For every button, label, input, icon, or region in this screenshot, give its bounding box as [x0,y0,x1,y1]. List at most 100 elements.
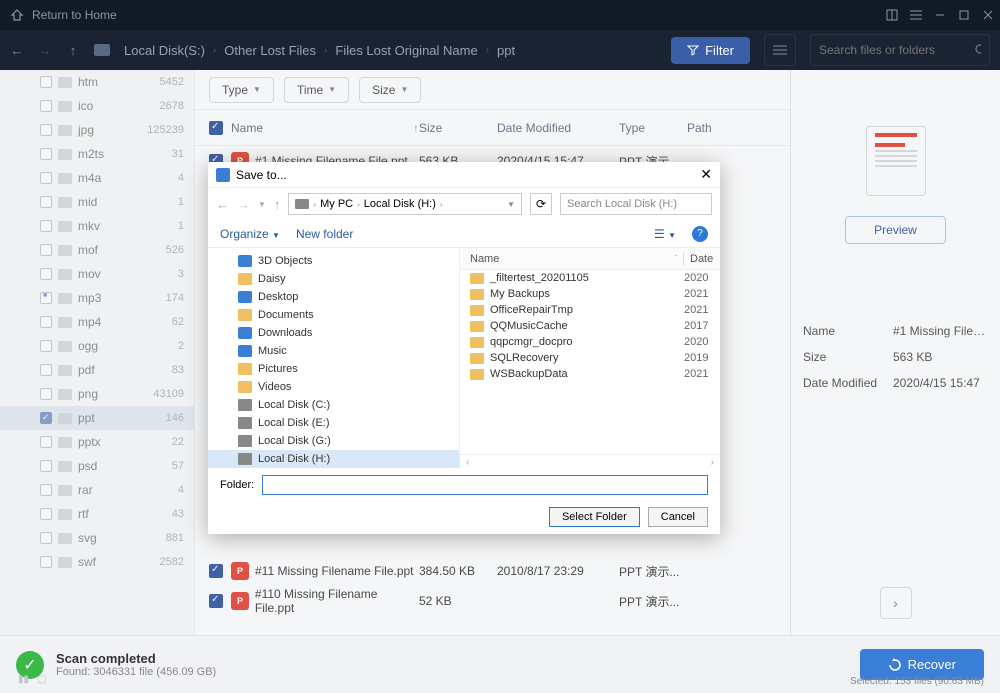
sidebar-item-swf[interactable]: swf2582 [0,550,194,574]
dialog-col-name[interactable]: Nameˆ [460,253,683,265]
search-input[interactable] [819,43,974,57]
breadcrumb-disk[interactable]: Local Disk(S:) [124,43,205,58]
layout-icon[interactable] [880,0,904,30]
tree-item[interactable]: 3D Objects [208,252,459,270]
home-link[interactable]: Return to Home [32,8,117,22]
checkbox[interactable] [40,388,52,400]
folder-input[interactable] [262,475,708,495]
checkbox[interactable] [40,244,52,256]
dialog-close-button[interactable]: ✕ [700,166,712,183]
horizontal-scrollbar[interactable]: ‹› [460,454,720,470]
dialog-forward-button[interactable]: → [237,197,250,212]
size-dropdown[interactable]: Size▼ [359,77,421,103]
checkbox[interactable] [40,220,52,232]
list-item[interactable]: qqpcmgr_docpro2020 [460,334,720,350]
select-all-checkbox[interactable] [209,121,223,135]
organize-button[interactable]: Organize ▼ [220,227,280,241]
checkbox[interactable] [40,364,52,376]
sidebar-item-mkv[interactable]: mkv1 [0,214,194,238]
preview-button[interactable]: Preview [845,216,946,244]
col-date[interactable]: Date Modified [497,121,619,135]
checkbox[interactable] [40,196,52,208]
checkbox[interactable] [40,268,52,280]
sidebar-item-rar[interactable]: rar4 [0,478,194,502]
checkbox[interactable] [40,124,52,136]
list-item[interactable]: QQMusicCache2017 [460,318,720,334]
checkbox[interactable] [40,172,52,184]
sidebar-item-jpg[interactable]: jpg125239 [0,118,194,142]
checkbox[interactable] [40,148,52,160]
tree-item[interactable]: Local Disk (E:) [208,414,459,432]
dialog-refresh-button[interactable]: ⟳ [530,193,552,215]
sidebar-item-psd[interactable]: psd57 [0,454,194,478]
dialog-up-button[interactable]: ↑ [274,197,281,212]
sidebar-item-rtf[interactable]: rtf43 [0,502,194,526]
sidebar-item-pdf[interactable]: pdf83 [0,358,194,382]
dialog-col-date[interactable]: Date [684,253,720,265]
tree-item[interactable]: Desktop [208,288,459,306]
filter-button[interactable]: Filter [671,37,750,64]
sidebar-item-mov[interactable]: mov3 [0,262,194,286]
pause-icon[interactable]: ▮▮ [18,674,29,685]
dialog-tree[interactable]: 3D ObjectsDaisyDesktopDocumentsDownloads… [208,248,460,470]
up-button[interactable]: ↑ [66,43,80,58]
tree-item[interactable]: Pictures [208,360,459,378]
chevron-down-icon[interactable]: ▼ [258,200,266,209]
tree-item[interactable]: Daisy [208,270,459,288]
sidebar-item-mid[interactable]: mid1 [0,190,194,214]
forward-button[interactable]: → [38,43,52,58]
sidebar-item-ico[interactable]: ico2678 [0,94,194,118]
sidebar-item-ppt[interactable]: ppt146 [0,406,194,430]
stop-icon[interactable]: ▢ [37,674,46,685]
file-row[interactable]: P#110 Missing Filename File.ppt52 KBPPT … [195,586,790,616]
sidebar-item-mp3[interactable]: mp3174 [0,286,194,310]
checkbox[interactable] [40,412,52,424]
sidebar-item-mof[interactable]: mof526 [0,238,194,262]
select-folder-button[interactable]: Select Folder [549,507,640,527]
list-item[interactable]: OfficeRepairTmp2021 [460,302,720,318]
tree-item[interactable]: Downloads [208,324,459,342]
list-view-button[interactable] [764,34,796,66]
tree-item[interactable]: Videos [208,378,459,396]
sidebar-item-ogg[interactable]: ogg2 [0,334,194,358]
search-box[interactable] [810,34,990,66]
home-icon[interactable] [10,8,24,22]
file-row[interactable]: P#11 Missing Filename File.ppt384.50 KB2… [195,556,790,586]
checkbox[interactable] [40,460,52,472]
list-item[interactable]: _filtertest_202011052020 [460,270,720,286]
col-name[interactable]: Name [231,121,263,135]
checkbox[interactable] [40,76,52,88]
next-button[interactable]: › [880,587,912,619]
breadcrumb-p3[interactable]: ppt [497,43,515,58]
checkbox[interactable] [40,532,52,544]
tree-item[interactable]: Documents [208,306,459,324]
checkbox[interactable] [40,556,52,568]
breadcrumb-p2[interactable]: Files Lost Original Name [335,43,477,58]
sidebar-item-mp4[interactable]: mp462 [0,310,194,334]
sidebar-item-svg[interactable]: svg881 [0,526,194,550]
maximize-button[interactable] [952,0,976,30]
sidebar[interactable]: htm5452ico2678jpg125239m2ts31m4a4mid1mkv… [0,70,195,635]
close-button[interactable] [976,0,1000,30]
list-item[interactable]: WSBackupData2021 [460,366,720,382]
list-item[interactable]: SQLRecovery2019 [460,350,720,366]
sidebar-item-htm[interactable]: htm5452 [0,70,194,94]
cancel-button[interactable]: Cancel [648,507,708,527]
tree-item[interactable]: Music [208,342,459,360]
menu-icon[interactable] [904,0,928,30]
checkbox[interactable] [40,340,52,352]
dialog-address-bar[interactable]: › My PC › Local Disk (H:) › ▼ [288,193,522,215]
sidebar-item-pptx[interactable]: pptx22 [0,430,194,454]
checkbox[interactable] [40,316,52,328]
tree-item[interactable]: Local Disk (C:) [208,396,459,414]
breadcrumb-p1[interactable]: Other Lost Files [224,43,316,58]
sidebar-item-png[interactable]: png43109 [0,382,194,406]
new-folder-button[interactable]: New folder [296,227,353,241]
checkbox[interactable] [40,100,52,112]
dialog-back-button[interactable]: ← [216,197,229,212]
checkbox[interactable] [40,436,52,448]
help-button[interactable]: ? [692,226,708,242]
file-checkbox[interactable] [209,564,223,578]
time-dropdown[interactable]: Time▼ [284,77,349,103]
view-button[interactable]: ☰ ▼ [654,227,676,241]
